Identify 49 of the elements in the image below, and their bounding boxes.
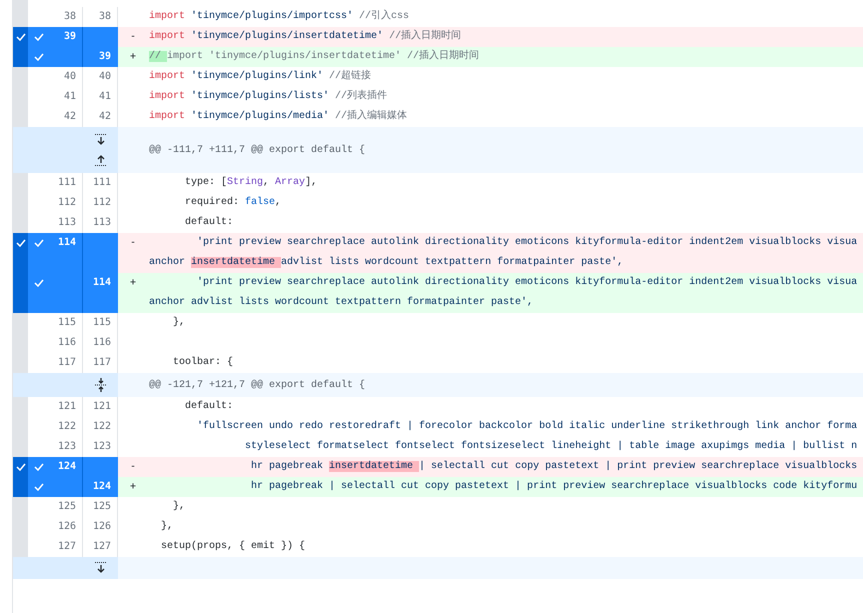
code-line: }, — [172, 316, 186, 330]
line-number-cell: 114 — [83, 273, 118, 313]
code-line: toolbar: { — [172, 356, 234, 370]
hunk-header: @@ -111,7 +111,7 @@ export default { — [149, 144, 366, 156]
code-line: import 'tinymce/plugins/media' //插入编辑媒体 — [149, 108, 408, 124]
code-line: }, — [160, 520, 174, 534]
code-line: anchor advlist lists wordcount textpattern formatpainter paste', — [149, 296, 534, 310]
checkmark-icon — [34, 279, 44, 287]
collapse-arrows-icon[interactable] — [94, 377, 108, 393]
code-line: hr pagebreak | selectall cut copy pastetext | print preview searchreplace visualblocks code kityformu — [250, 480, 858, 494]
code-line: import 'tinymce/plugins/importcss' //引入css — [149, 8, 410, 24]
line-number-cell: 39 — [50, 27, 83, 47]
code-line: type: [String, Array], — [184, 176, 318, 190]
line-number-cell — [83, 27, 118, 47]
diff-sign: + — [130, 277, 136, 288]
expand-arrows-icon[interactable] — [94, 133, 108, 167]
checkmark-icon — [34, 483, 44, 491]
code-line: 'print preview searchreplace autolink directionality emoticons kityformula-editor indent2em visualblocks visua — [196, 236, 858, 250]
gutter-strip[interactable] — [13, 233, 28, 273]
expand-down-icon[interactable] — [94, 561, 108, 575]
line-number-cell: 114 — [50, 233, 83, 273]
gutter-strip[interactable] — [13, 457, 28, 477]
diff-sign: + — [130, 481, 136, 492]
code-line: hr pagebreak insertdatetime | selectall cut copy pastetext | print preview searchreplace visualblocks — [250, 460, 858, 474]
code-line: }, — [172, 500, 186, 514]
line-number-cell: 39 — [83, 47, 118, 67]
code-line: import 'tinymce/plugins/link' //超链接 — [149, 68, 372, 84]
hunk-header: @@ -121,7 +121,7 @@ export default { — [149, 380, 366, 390]
line-number-cell — [83, 457, 118, 477]
code-line: import 'tinymce/plugins/insertdatetime' //插入日期时间 — [149, 28, 462, 44]
diff-sign: - — [130, 237, 136, 248]
line-number-cell — [83, 233, 118, 273]
code-line: import 'tinymce/plugins/lists' //列表插件 — [149, 88, 388, 104]
code-line: styleselect formatselect fontselect fontsizeselect lineheight | table image axupimgs media | bullist n — [244, 440, 858, 454]
diff-sign: - — [130, 31, 136, 42]
code-line: default: — [184, 400, 234, 414]
checkmark-icon — [34, 53, 44, 61]
code-line: anchor insertdatetime advlist lists wordcount textpattern formatpainter paste', — [149, 256, 624, 270]
line-number-cell: 124 — [50, 457, 83, 477]
code-line: 'fullscreen undo redo restoredraft | forecolor backcolor bold italic underline strikethrough link anchor forma — [196, 420, 858, 434]
gutter-strip[interactable] — [13, 27, 28, 47]
diff-sign: + — [130, 51, 136, 62]
line-number-cell: 124 — [83, 477, 118, 497]
diff-sign: - — [130, 461, 136, 472]
code-line: required: false, — [184, 196, 282, 210]
code-line: default: — [184, 216, 234, 230]
code-line: // import 'tinymce/plugins/insertdatetime' //插入日期时间 — [149, 48, 480, 64]
code-line: 'print preview searchreplace autolink directionality emoticons kityformula-editor indent2em visualblocks visua — [196, 276, 858, 290]
code-line: setup(props, { emit }) { — [160, 540, 306, 554]
